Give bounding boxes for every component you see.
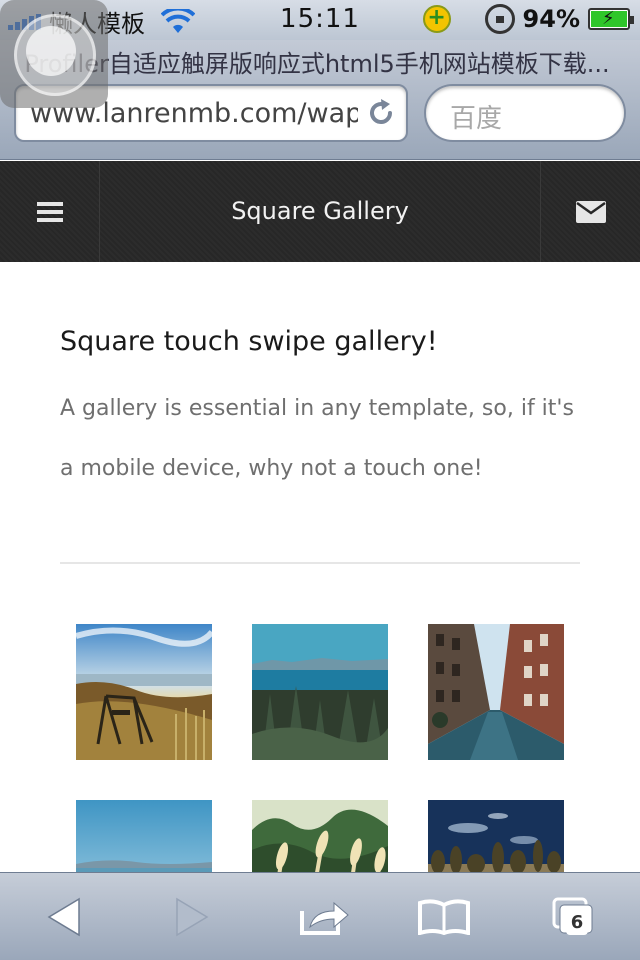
site-title: Square Gallery — [231, 197, 409, 225]
site-header: Square Gallery — [0, 161, 640, 262]
plus-badge-icon: + — [422, 5, 451, 33]
forward-arrow-icon — [176, 897, 209, 937]
assistive-touch-button[interactable] — [0, 0, 108, 108]
search-input[interactable]: 百度 — [424, 84, 626, 142]
tabs-count: 6 — [566, 911, 588, 935]
tabs-button[interactable]: 6 — [546, 891, 606, 943]
mail-button[interactable] — [540, 161, 640, 262]
status-right: + 94% ⚡ — [422, 4, 634, 34]
main-content: Square touch swipe gallery! A gallery is… — [60, 262, 580, 499]
rotation-lock-icon — [484, 4, 515, 34]
gallery-thumb-swing[interactable] — [76, 624, 212, 760]
back-arrow-icon — [47, 897, 80, 937]
gallery-thumb-lake-forest[interactable] — [252, 624, 388, 760]
mail-icon — [575, 200, 606, 223]
menu-button[interactable] — [0, 161, 100, 262]
back-button[interactable] — [34, 891, 94, 943]
battery-percent: 94% — [522, 5, 580, 33]
section-heading: Square touch swipe gallery! — [60, 326, 438, 357]
gallery-thumb-city-street[interactable] — [428, 624, 564, 760]
section-description: A gallery is essential in any template, … — [60, 396, 574, 481]
forward-button[interactable] — [162, 891, 222, 943]
bottom-toolbar: 6 — [0, 872, 640, 960]
bookmarks-icon — [418, 899, 470, 935]
divider — [60, 562, 580, 564]
battery-icon: ⚡ — [588, 8, 634, 30]
menu-icon — [36, 201, 63, 222]
reload-icon[interactable] — [366, 98, 396, 128]
share-icon — [300, 901, 349, 935]
bookmarks-button[interactable] — [414, 891, 474, 943]
share-button[interactable] — [294, 891, 354, 943]
